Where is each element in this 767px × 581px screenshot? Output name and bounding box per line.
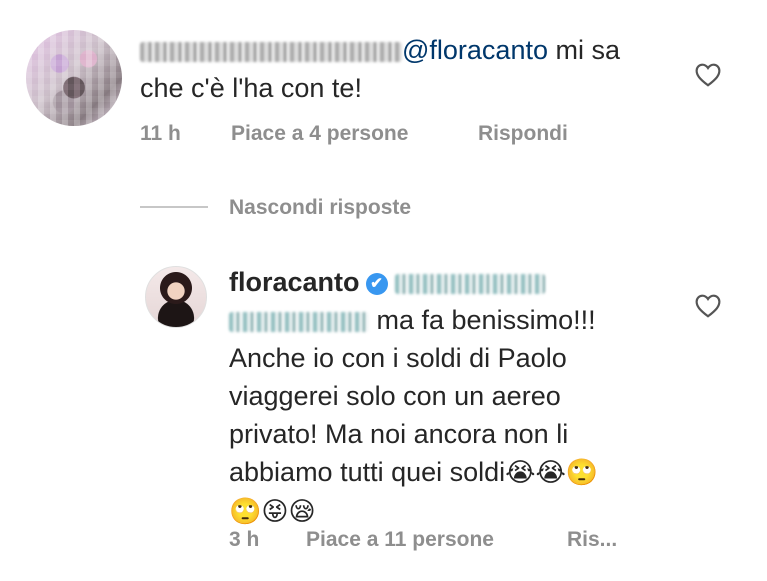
avatar-commenter[interactable] [26, 30, 122, 126]
avatar-floracanto[interactable] [145, 266, 207, 328]
reply-time: 3 h [229, 528, 260, 551]
emoji-group-1: 😭😭🙄 [505, 458, 599, 488]
hide-replies-button[interactable]: Nascondi risposte [229, 196, 411, 220]
comment-text-line1: mi sa [547, 35, 620, 65]
reply-likes-count-link[interactable]: Piace a 11 persone [306, 528, 494, 552]
emoji-group-2: 🙄😝😪 [229, 497, 316, 527]
reply-text-line3: Anche io con i soldi di Paolo [229, 343, 567, 373]
comment-body: @floracanto mi sa che c'è l'ha con te! [140, 31, 680, 107]
heart-icon[interactable] [695, 294, 721, 318]
likes-count-link[interactable]: Piace a 4 persone [231, 122, 408, 146]
comment-text-line2: che c'è l'ha con te! [140, 73, 362, 103]
replies-divider [140, 206, 208, 208]
reply-username[interactable]: floracanto [229, 267, 360, 297]
reply-text-line5: privato! Ma noi ancora non li [229, 419, 569, 449]
blurred-mention[interactable] [395, 273, 546, 294]
mention-link[interactable]: @floracanto [402, 35, 548, 65]
reply-body: floracanto ✔ ma fa benissimo!!! Anche io … [229, 263, 689, 531]
heart-icon[interactable] [695, 63, 721, 87]
reply-reply-button[interactable]: Ris... [567, 528, 617, 552]
comment-time: 11 h [140, 122, 181, 145]
reply-text-line6: abbiamo tutti quei soldi [229, 457, 506, 487]
reply-button[interactable]: Rispondi [478, 122, 568, 146]
blurred-username[interactable] [140, 41, 402, 62]
blurred-mention-cont[interactable] [229, 311, 369, 332]
reply-text-line2: ma fa benissimo!!! [369, 305, 596, 335]
reply-text-line4: viaggerei solo con un aereo [229, 381, 561, 411]
verified-badge-icon: ✔ [365, 272, 388, 295]
